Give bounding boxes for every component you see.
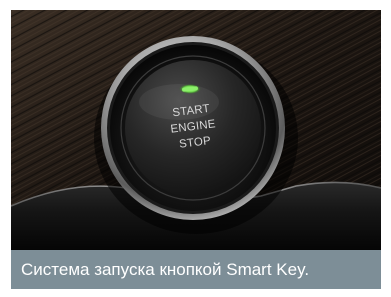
start-stop-button-photo: START ENGINE STOP [11, 10, 381, 250]
image-card: START ENGINE STOP Система запуска кнопко… [11, 10, 381, 289]
image-caption: Система запуска кнопкой Smart Key. [11, 250, 381, 289]
